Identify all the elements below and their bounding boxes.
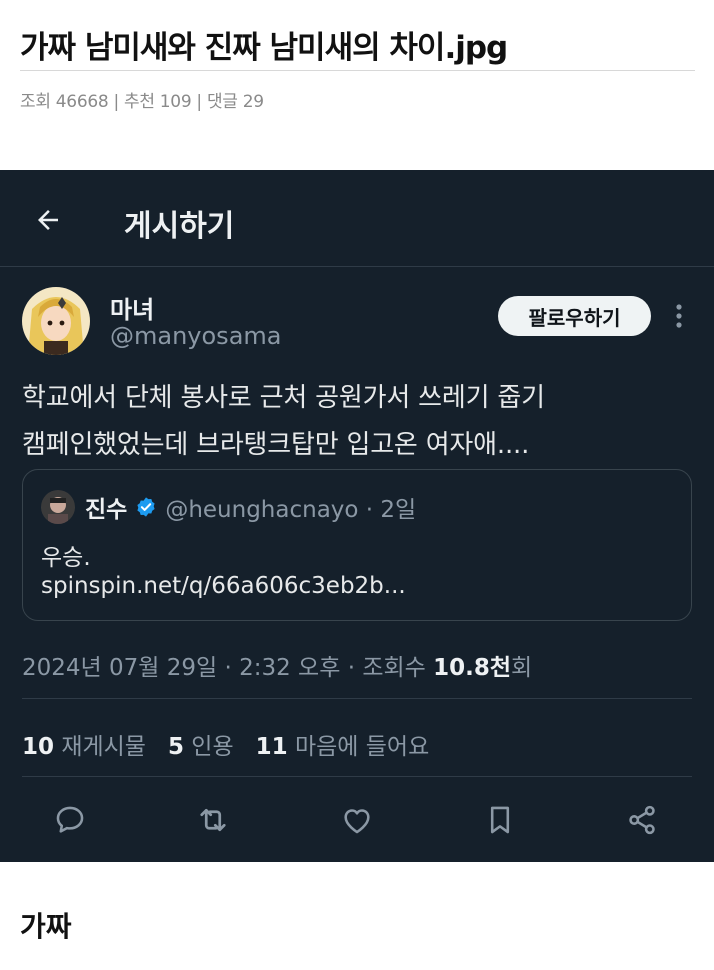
tweet-line: 학교에서 단체 봉사로 근처 공원가서 쓰레기 줍기	[22, 383, 545, 413]
stat-count: 5	[167, 734, 184, 760]
like-button[interactable]	[337, 800, 377, 840]
arrow-left-icon	[38, 210, 58, 230]
quoted-author-handle: @heunghacnayo · 2일	[165, 497, 417, 523]
quoted-tweet-link[interactable]: spinspin.net/q/66a606c3eb2b...	[41, 573, 406, 599]
quoted-author-name: 진수	[85, 497, 128, 523]
bookmark-button[interactable]	[480, 800, 520, 840]
reply-icon	[56, 806, 84, 833]
repost-button[interactable]	[193, 800, 233, 840]
quoted-tweet-header: 진수 @heunghacnayo · 2일	[85, 490, 416, 524]
timestamp-text: 2024년 07월 29일 · 2:32 오후 · 조회수	[22, 655, 434, 681]
screenshot-topbar: 게시하기	[0, 170, 714, 267]
stat-count: 11	[255, 734, 288, 760]
post-meta: 조회 46668 | 추천 109 | 댓글 29	[20, 92, 264, 112]
stat-count: 10	[22, 734, 55, 760]
more-options-button[interactable]	[668, 296, 690, 336]
title-divider	[20, 70, 695, 71]
verified-badge-icon	[135, 496, 157, 518]
likes-stat[interactable]: 11 마음에 들어요	[256, 727, 430, 761]
post-caption: 가짜	[20, 910, 72, 943]
view-count: 10.8천	[433, 655, 512, 681]
tweet-line: 캠페인했었는데 브라탱크탑만 입고온 여자애....	[22, 430, 530, 460]
repost-icon	[200, 808, 226, 832]
share-icon	[629, 805, 655, 835]
quoted-tweet-card[interactable]: 진수 @heunghacnayo · 2일 우승. spinspin.net/q…	[22, 469, 692, 621]
quotes-stat[interactable]: 5 인용	[168, 727, 234, 761]
follow-button[interactable]: 팔로우하기	[498, 296, 651, 336]
more-vertical-icon	[676, 304, 682, 328]
reply-button[interactable]	[50, 800, 90, 840]
view-count-suffix: 회	[511, 655, 533, 681]
tweet-timestamp: 2024년 07월 29일 · 2:32 오후 · 조회수 10.8천회	[22, 648, 532, 682]
quoted-tweet-text: 우승.	[41, 545, 91, 571]
stats-divider-bottom	[22, 776, 692, 777]
author-avatar[interactable]	[22, 287, 90, 355]
bookmark-icon	[490, 806, 510, 834]
stat-label: 마음에 들어요	[294, 734, 430, 760]
topbar-divider	[0, 266, 714, 267]
tweet-screenshot: 게시하기 마녀 @manyosama 팔로우하기 학교에서 단체 봉사로 근처 …	[0, 170, 714, 862]
back-button[interactable]	[28, 200, 68, 240]
like-icon	[344, 809, 370, 834]
stats-divider-top	[22, 698, 692, 699]
post-title: 가짜 남미새와 진짜 남미새의 차이.jpg	[20, 30, 508, 66]
quoted-author-avatar	[41, 490, 75, 524]
reposts-stat[interactable]: 10 재게시물	[22, 727, 146, 761]
author-name[interactable]: 마녀	[110, 290, 154, 325]
tweet-text: 학교에서 단체 봉사로 근처 공원가서 쓰레기 줍기 캠페인했었는데 브라탱크탑…	[22, 375, 702, 469]
stat-label: 재게시물	[61, 734, 146, 760]
engagement-stats: 10 재게시물 5 인용 11 마음에 들어요	[22, 727, 429, 761]
screen-title: 게시하기	[124, 209, 235, 244]
author-handle[interactable]: @manyosama	[110, 322, 281, 350]
share-button[interactable]	[622, 800, 662, 840]
stat-label: 인용	[191, 734, 234, 760]
